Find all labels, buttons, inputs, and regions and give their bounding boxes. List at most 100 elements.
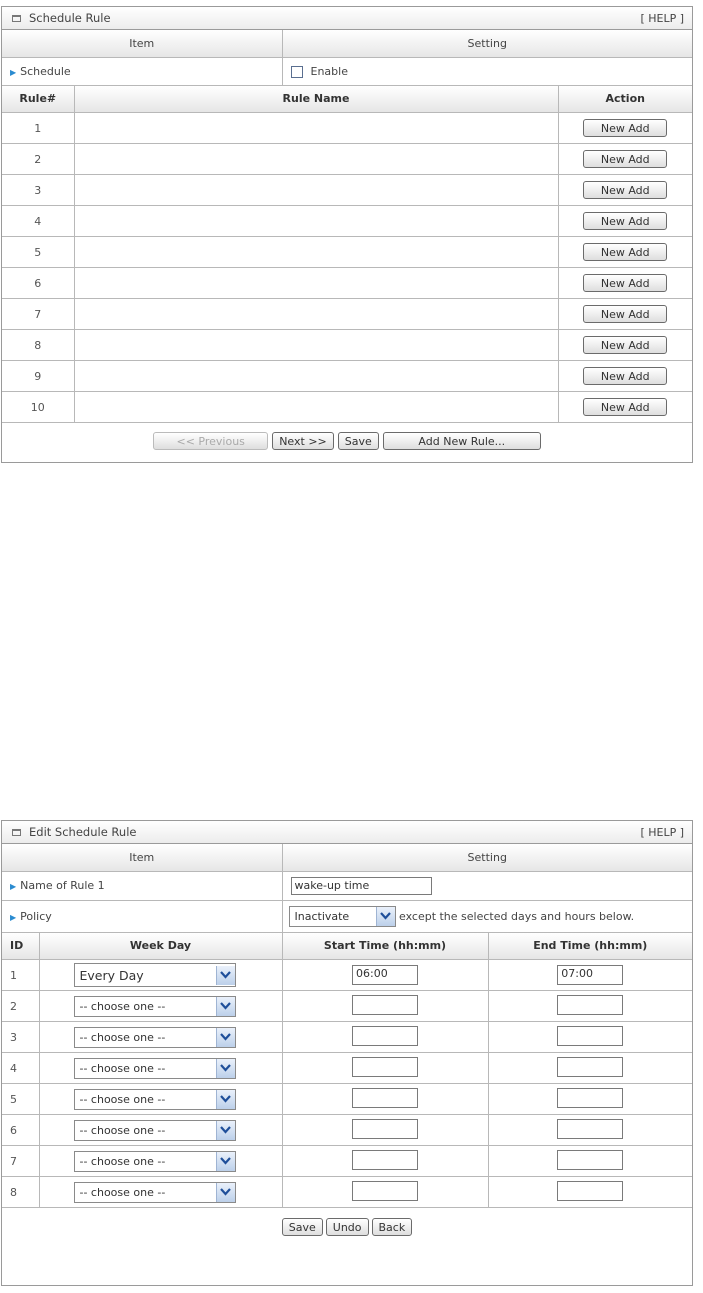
week-day-select[interactable]: Every Day: [73, 963, 236, 987]
new-add-button[interactable]: New Add: [583, 336, 668, 354]
rule-name: [73, 360, 559, 392]
new-add-button[interactable]: New Add: [583, 274, 668, 292]
end-time-input[interactable]: [557, 1118, 624, 1139]
rule-number: 9: [2, 360, 75, 392]
rule-number: 2: [2, 143, 75, 175]
new-add-button[interactable]: New Add: [583, 367, 668, 385]
schedule-rule-titlebar: Schedule Rule [ HELP ]: [2, 7, 692, 30]
start-time-header: Start Time (hh:mm): [281, 932, 489, 960]
chevron-down-icon: [215, 1182, 235, 1202]
start-time-input[interactable]: [352, 1180, 418, 1201]
window-icon: [12, 14, 21, 22]
start-time-cell: [281, 990, 489, 1022]
week-day-select[interactable]: -- choose one --: [73, 1088, 236, 1110]
add-new-rule-button[interactable]: Add New Rule...: [382, 431, 541, 450]
save-button[interactable]: Save: [337, 431, 379, 450]
rule-name: [73, 205, 559, 237]
week-day-select[interactable]: -- choose one --: [73, 1181, 236, 1203]
enable-checkbox[interactable]: [290, 65, 303, 78]
end-time-input[interactable]: [557, 1087, 624, 1108]
setting-column-header: Setting: [281, 30, 692, 58]
table-row: 8 New Add: [2, 329, 692, 361]
rules-table: Rule# Rule Name Action 1 New Add 2 New Add 3…: [2, 85, 692, 423]
rule-name-header: Rule Name: [73, 85, 559, 113]
arrow-icon: ▶: [10, 912, 17, 922]
rule-name: [73, 112, 559, 144]
arrow-icon: ▶: [10, 67, 17, 77]
arrow-icon: ▶: [10, 882, 17, 891]
end-time-cell: 07:00: [487, 959, 692, 991]
schedule-row-label: ▶ Schedule: [2, 56, 283, 86]
save-button[interactable]: Save: [281, 1217, 323, 1236]
start-time-input[interactable]: [352, 1025, 418, 1046]
new-add-button[interactable]: New Add: [583, 212, 668, 230]
start-time-input[interactable]: 06:00: [352, 965, 418, 985]
end-time-input[interactable]: [557, 1056, 624, 1077]
help-link[interactable]: [ HELP ]: [640, 826, 684, 839]
time-slots-table: ID Week Day Start Time (hh:mm) End Time …: [2, 932, 692, 1208]
start-time-cell: [281, 1021, 489, 1053]
end-time-input[interactable]: [557, 1149, 624, 1170]
week-day-cell: -- choose one --: [38, 1114, 283, 1146]
policy-select[interactable]: Inactivate: [288, 905, 396, 927]
undo-button[interactable]: Undo: [325, 1217, 369, 1236]
end-time-cell: [487, 990, 692, 1022]
slot-id: 8: [2, 1176, 40, 1208]
new-add-button[interactable]: New Add: [583, 398, 668, 416]
id-header: ID: [2, 932, 40, 960]
rule-name-input[interactable]: wake-up time: [290, 876, 432, 895]
week-day-select[interactable]: -- choose one --: [73, 995, 236, 1017]
week-day-select[interactable]: -- choose one --: [73, 1150, 236, 1172]
next-button[interactable]: Next >>: [272, 431, 334, 450]
chevron-down-icon: [375, 906, 395, 926]
chevron-down-icon: [215, 965, 235, 985]
week-day-select[interactable]: -- choose one --: [73, 1119, 236, 1141]
start-time-input[interactable]: [352, 994, 418, 1015]
setting-column-header: Setting: [281, 844, 692, 872]
table-row: 5 -- choose one --: [2, 1083, 692, 1115]
new-add-button[interactable]: New Add: [583, 119, 668, 137]
panel-title: Schedule Rule: [29, 11, 111, 25]
edit-schedule-rule-panel: Edit Schedule Rule [ HELP ] Item Setting…: [1, 820, 693, 1286]
new-add-button[interactable]: New Add: [583, 243, 668, 261]
start-time-input[interactable]: [352, 1056, 418, 1077]
week-day-select[interactable]: -- choose one --: [73, 1057, 236, 1079]
table-row: 8 -- choose one --: [2, 1176, 692, 1208]
window-icon: [12, 828, 21, 836]
rule-name: [73, 298, 559, 330]
schedule-enable-cell: Enable: [281, 56, 692, 86]
action-cell: New Add: [557, 112, 692, 144]
end-time-input[interactable]: [557, 1180, 624, 1201]
end-time-cell: [487, 1114, 692, 1146]
start-time-input[interactable]: [352, 1118, 418, 1139]
rule-name: [73, 267, 559, 299]
rule-name: [73, 329, 559, 361]
edit-schedule-titlebar: Edit Schedule Rule [ HELP ]: [2, 821, 692, 844]
new-add-button[interactable]: New Add: [583, 181, 668, 199]
new-add-button[interactable]: New Add: [583, 150, 668, 168]
start-time-cell: [281, 1176, 489, 1208]
action-cell: New Add: [557, 267, 692, 299]
panel-title: Edit Schedule Rule: [29, 825, 137, 839]
help-link[interactable]: [ HELP ]: [640, 12, 684, 25]
rule-number: 3: [2, 174, 75, 206]
week-day-select[interactable]: -- choose one --: [73, 1026, 236, 1048]
start-time-input[interactable]: [352, 1087, 418, 1108]
start-time-cell: [281, 1145, 489, 1177]
rule-name: [73, 174, 559, 206]
new-add-button[interactable]: New Add: [583, 305, 668, 323]
action-cell: New Add: [557, 298, 692, 330]
week-day-cell: -- choose one --: [38, 1083, 283, 1115]
end-time-input[interactable]: [557, 994, 624, 1015]
week-day-cell: Every Day: [38, 959, 283, 991]
table-row: 10 New Add: [2, 391, 692, 423]
schedule-settings-table: Item Setting ▶ Schedule Enable: [2, 30, 692, 86]
previous-button[interactable]: << Previous: [153, 431, 269, 450]
back-button[interactable]: Back: [371, 1217, 413, 1236]
end-time-header: End Time (hh:mm): [487, 932, 692, 960]
end-time-input[interactable]: [557, 1025, 624, 1046]
rule-name: [73, 236, 559, 268]
start-time-input[interactable]: [352, 1149, 418, 1170]
end-time-input[interactable]: 07:00: [557, 965, 624, 985]
policy-description: except the selected days and hours below…: [399, 909, 635, 923]
